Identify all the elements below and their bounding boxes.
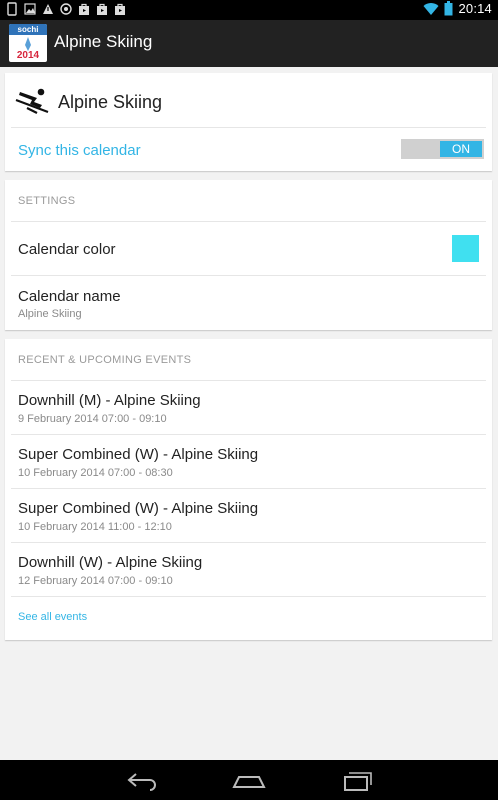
warning-icon bbox=[43, 4, 53, 14]
recent-apps-icon[interactable] bbox=[337, 768, 377, 792]
notification-icons bbox=[6, 2, 126, 16]
list-item[interactable]: Super Combined (W) - Alpine Skiing 10 Fe… bbox=[5, 489, 492, 542]
app-logo-icon[interactable]: sochi 2014 bbox=[9, 24, 47, 62]
back-icon[interactable] bbox=[122, 768, 162, 792]
divider bbox=[11, 596, 486, 597]
list-item[interactable]: Downhill (W) - Alpine Skiing 12 February… bbox=[5, 543, 492, 596]
settings-header: SETTINGS bbox=[18, 195, 76, 207]
logo-top-text: sochi bbox=[9, 24, 47, 35]
navigation-bar bbox=[0, 760, 498, 800]
skier-mini-icon bbox=[25, 37, 31, 51]
event-title: Super Combined (W) - Alpine Skiing bbox=[18, 500, 259, 517]
event-title: Super Combined (W) - Alpine Skiing bbox=[18, 446, 259, 463]
calendar-name-label: Calendar name bbox=[18, 288, 121, 305]
status-bar: 20:14 bbox=[0, 0, 498, 20]
event-title: Downhill (M) - Alpine Skiing bbox=[18, 392, 201, 409]
alpine-skiing-icon bbox=[15, 88, 49, 114]
calendar-color-label: Calendar color bbox=[18, 241, 116, 258]
see-all-events-link[interactable]: See all events bbox=[18, 611, 87, 623]
action-bar: sochi 2014 Alpine Skiing bbox=[0, 20, 498, 67]
calendar-card: Alpine Skiing Sync this calendar ON bbox=[5, 73, 492, 171]
toggle-on-label: ON bbox=[440, 141, 482, 157]
event-time: 10 February 2014 07:00 - 08:30 bbox=[18, 467, 173, 479]
system-icons: 20:14 bbox=[423, 1, 492, 16]
home-icon[interactable] bbox=[229, 768, 269, 792]
sim-icon bbox=[7, 2, 17, 16]
calendar-header: Alpine Skiing bbox=[5, 73, 492, 127]
image-icon bbox=[24, 3, 36, 15]
sync-calendar-label[interactable]: Sync this calendar bbox=[18, 142, 141, 159]
event-time: 10 February 2014 11:00 - 12:10 bbox=[18, 521, 172, 533]
event-title: Downhill (W) - Alpine Skiing bbox=[18, 554, 203, 571]
wifi-icon bbox=[423, 2, 439, 15]
bag-icon bbox=[79, 3, 89, 15]
battery-icon bbox=[444, 1, 453, 16]
bag-icon bbox=[97, 3, 107, 15]
event-time: 12 February 2014 07:00 - 09:10 bbox=[18, 575, 173, 587]
calendar-color-row[interactable]: Calendar color bbox=[5, 222, 492, 275]
list-item[interactable]: Super Combined (W) - Alpine Skiing 10 Fe… bbox=[5, 435, 492, 488]
page-title: Alpine Skiing bbox=[54, 32, 153, 51]
clock: 20:14 bbox=[458, 1, 492, 16]
calendar-name-row[interactable]: Calendar name Alpine Skiing bbox=[5, 276, 492, 330]
calendar-color-swatch[interactable] bbox=[452, 235, 479, 262]
events-card: RECENT & UPCOMING EVENTS Downhill (M) - … bbox=[5, 339, 492, 640]
events-header: RECENT & UPCOMING EVENTS bbox=[18, 354, 192, 366]
bag-icon bbox=[115, 3, 125, 15]
list-item[interactable]: Downhill (M) - Alpine Skiing 9 February … bbox=[5, 381, 492, 434]
sync-toggle[interactable]: ON bbox=[401, 139, 484, 159]
divider bbox=[11, 127, 486, 128]
calendar-title: Alpine Skiing bbox=[58, 92, 163, 112]
calendar-name-value: Alpine Skiing bbox=[18, 308, 82, 320]
settings-card: SETTINGS Calendar color Calendar name Al… bbox=[5, 180, 492, 330]
event-time: 9 February 2014 07:00 - 09:10 bbox=[18, 413, 167, 425]
logo-year-text: 2014 bbox=[16, 50, 40, 61]
chrome-icon bbox=[60, 3, 72, 15]
